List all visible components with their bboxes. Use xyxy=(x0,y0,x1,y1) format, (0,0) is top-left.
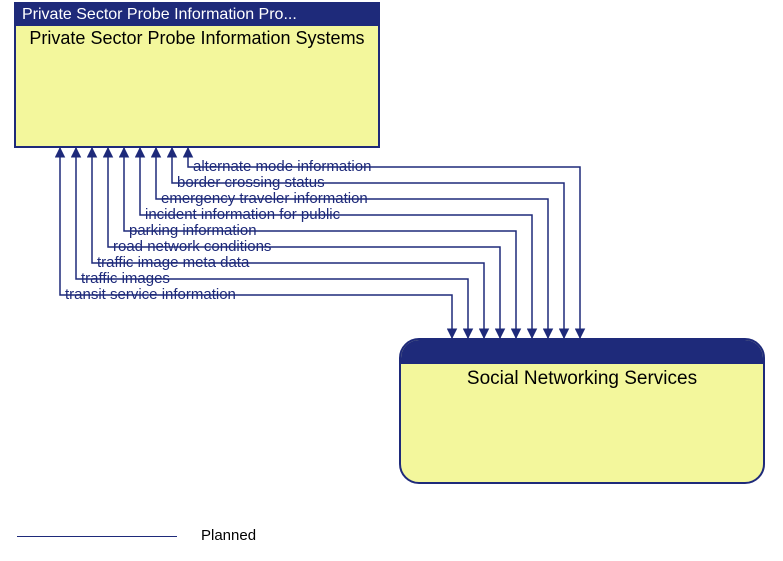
legend-line-planned xyxy=(17,536,177,537)
entity-private-sector-probe-info-systems[interactable]: Private Sector Probe Information Pro... … xyxy=(14,2,380,148)
entity-top-header: Private Sector Probe Information Pro... xyxy=(16,4,378,26)
flow-label: traffic image meta data xyxy=(97,254,249,271)
flow-label: road network conditions xyxy=(113,238,271,255)
flow-label: traffic images xyxy=(81,270,170,287)
entity-bottom-title: Social Networking Services xyxy=(401,364,763,392)
entity-top-title: Private Sector Probe Information Systems xyxy=(16,26,378,51)
flow-label: emergency traveler information xyxy=(161,190,368,207)
entity-bottom-header xyxy=(401,340,763,364)
flow-label: transit service information xyxy=(65,286,236,303)
flow-label: border crossing status xyxy=(177,174,325,191)
flow-label: alternate mode information xyxy=(193,158,371,175)
entity-social-networking-services[interactable]: Social Networking Services xyxy=(399,338,765,484)
legend-label: Planned xyxy=(201,527,256,544)
flow-label: incident information for public xyxy=(145,206,340,223)
flow-label: parking information xyxy=(129,222,257,239)
